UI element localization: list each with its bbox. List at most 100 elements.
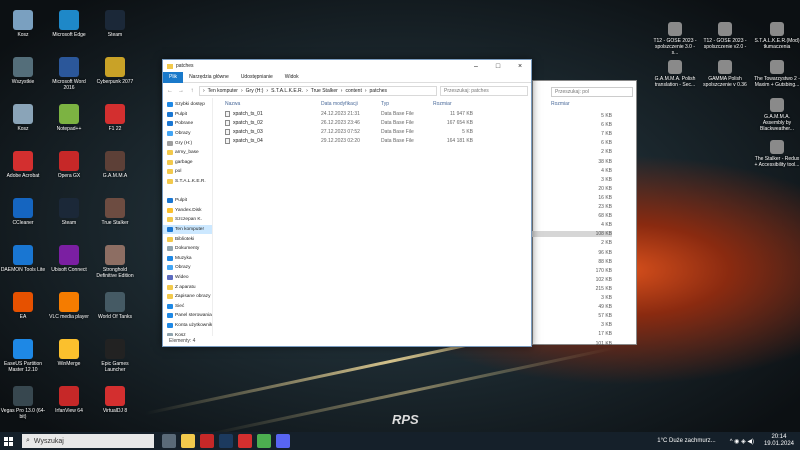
- desktop-icon[interactable]: Vegas Pro 13.0 (64-bit): [0, 386, 46, 420]
- desktop-icon[interactable]: Opera GX: [46, 151, 92, 179]
- file-row[interactable]: xpatch_ts_01 24.12.2023 21:31 Data Base Fi…: [213, 109, 531, 118]
- chrome-icon[interactable]: [257, 434, 271, 448]
- clock[interactable]: 20:14 19.01.2024: [764, 434, 794, 448]
- start-button[interactable]: [0, 432, 16, 450]
- breadcrumb-segment[interactable]: S.T.A.L.K.E.R.: [271, 88, 303, 94]
- nav-item[interactable]: army_base: [163, 148, 212, 158]
- column-size[interactable]: Rozmiar: [433, 101, 473, 107]
- desktop-icon[interactable]: Steam: [92, 10, 138, 38]
- background-explorer-window[interactable]: Przeszukaj: pol Rozmiar 5 KB 6 KB 7 KB 6 KB…: [532, 80, 637, 347]
- breadcrumb-segment[interactable]: Ten komputer: [208, 88, 238, 94]
- file-explorer-icon[interactable]: [181, 434, 195, 448]
- task-view-icon[interactable]: [162, 434, 176, 448]
- desktop-icon[interactable]: Ubisoft Connect: [46, 245, 92, 273]
- desktop-icon[interactable]: VLC media player: [46, 292, 92, 320]
- desktop-icon[interactable]: DAEMON Tools Lite: [0, 245, 46, 273]
- desktop-icon[interactable]: G.A.M.M.A. Assembly by Blackweather...: [754, 98, 800, 132]
- nav-item[interactable]: Pobrane: [163, 119, 212, 129]
- desktop-icon[interactable]: Microsoft Edge: [46, 10, 92, 38]
- desktop-icon[interactable]: VirtualDJ 8: [92, 386, 138, 414]
- file-row[interactable]: xpatch_ts_02 26.12.2023 23:46 Data Base Fi…: [213, 118, 531, 127]
- discord-icon[interactable]: [276, 434, 290, 448]
- desktop-icon[interactable]: T12 - GOSE 2023 - spolszczenie v2.0 -: [702, 22, 748, 50]
- nav-item[interactable]: Pulpit: [163, 110, 212, 120]
- desktop-icon[interactable]: G.A.M.M.A. Polish translation - Sec...: [652, 60, 698, 88]
- desktop-icon[interactable]: G.A.M.M.A: [92, 151, 138, 179]
- desktop-icon[interactable]: Adobe Acrobat: [0, 151, 46, 179]
- tab-share[interactable]: Udostępnianie: [235, 72, 279, 83]
- back-size-header[interactable]: Rozmiar: [551, 101, 570, 107]
- nav-item[interactable]: Szybki dostęp: [163, 100, 212, 110]
- nav-item[interactable]: Muzyka: [163, 254, 212, 264]
- desktop-icon[interactable]: Notepad++: [46, 104, 92, 132]
- desktop-icon[interactable]: GAMMA Polish spolszczenie v 0.36: [702, 60, 748, 88]
- nav-item[interactable]: [163, 186, 212, 196]
- nav-item[interactable]: Zapisane obrazy: [163, 292, 212, 302]
- nav-item[interactable]: Szczepan K.: [163, 215, 212, 225]
- breadcrumb-segment[interactable]: Gry (H:): [246, 88, 264, 94]
- nav-item[interactable]: garbage: [163, 158, 212, 168]
- tab-home[interactable]: Narzędzia główne: [183, 72, 235, 83]
- nav-item[interactable]: Obrazy: [163, 263, 212, 273]
- nav-item[interactable]: Panel sterowania: [163, 311, 212, 321]
- desktop-icon[interactable]: Microsoft Word 2016: [46, 57, 92, 91]
- desktop-icon[interactable]: F1 22: [92, 104, 138, 132]
- breadcrumb-segment[interactable]: patches: [370, 88, 388, 94]
- back-search-input[interactable]: Przeszukaj: pol: [551, 87, 633, 97]
- nav-item[interactable]: Wideo: [163, 273, 212, 283]
- column-type[interactable]: Typ: [381, 101, 433, 107]
- desktop-icon[interactable]: EA: [0, 292, 46, 320]
- title-bar[interactable]: patches – □ ×: [163, 60, 531, 72]
- desktop-icon[interactable]: The Towarzystwo 2 - Maxim + Gutsbing...: [754, 60, 800, 88]
- explorer-window[interactable]: patches – □ × Plik Narzędzia główne Udos…: [162, 59, 532, 347]
- nav-item[interactable]: Ten komputer: [163, 224, 212, 235]
- desktop-icon[interactable]: EaseUS Partition Master 12.10: [0, 339, 46, 373]
- weather-text[interactable]: 1°C Duże zachmurz...: [657, 438, 715, 444]
- column-date[interactable]: Data modyfikacji: [321, 101, 381, 107]
- app-icon[interactable]: [200, 434, 214, 448]
- address-bar[interactable]: › Ten komputer › Gry (H:) › S.T.A.L.K.E.R. › Tr…: [199, 85, 437, 96]
- nav-item[interactable]: Dokumenty: [163, 244, 212, 254]
- breadcrumb-segment[interactable]: content: [345, 88, 361, 94]
- desktop-icon[interactable]: T12 - GOSE 2023 - spolszczenie 3.0 - s..…: [652, 22, 698, 56]
- desktop-icon[interactable]: Wszystkie: [0, 57, 46, 85]
- back-arrow-icon[interactable]: ←: [166, 88, 174, 94]
- tab-view[interactable]: Widok: [279, 72, 305, 83]
- nav-item[interactable]: S.T.A.L.K.E.R.: [163, 177, 212, 187]
- nav-item[interactable]: Sieć: [163, 301, 212, 311]
- nav-item[interactable]: pol: [163, 167, 212, 177]
- desktop-icon[interactable]: Stronghold Definitive Edition: [92, 245, 138, 279]
- desktop-icon[interactable]: IrfanView 64: [46, 386, 92, 414]
- up-arrow-icon[interactable]: ↑: [188, 88, 196, 94]
- column-name[interactable]: Nazwa: [213, 101, 321, 107]
- nav-item[interactable]: Z aparatu: [163, 282, 212, 292]
- desktop-icon[interactable]: S.T.A.L.K.E.R.(Mod) tłumaczenia: [754, 22, 800, 50]
- file-row[interactable]: xpatch_ts_04 29.12.2023 02:20 Data Base Fi…: [213, 137, 531, 146]
- search-input[interactable]: Przeszukaj: patches: [440, 85, 528, 96]
- opera-icon[interactable]: [238, 434, 252, 448]
- nav-item[interactable]: Konta użytkowników: [163, 321, 212, 331]
- desktop-icon[interactable]: CCleaner: [0, 198, 46, 226]
- photoshop-icon[interactable]: [219, 434, 233, 448]
- nav-item[interactable]: Obrazy: [163, 129, 212, 139]
- minimize-button[interactable]: –: [465, 63, 487, 70]
- desktop-icon[interactable]: The Stalker - Redux + Accessibility tool…: [754, 140, 800, 168]
- nav-item[interactable]: Yandex.Disk: [163, 206, 212, 216]
- file-row[interactable]: xpatch_ts_03 27.12.2023 07:52 Data Base Fi…: [213, 127, 531, 136]
- desktop-icon[interactable]: Cyberpunk 2077: [92, 57, 138, 85]
- forward-arrow-icon[interactable]: →: [177, 88, 185, 94]
- desktop-icon[interactable]: Kosz: [0, 10, 46, 38]
- maximize-button[interactable]: □: [487, 63, 509, 70]
- desktop-icon[interactable]: WinMerge: [46, 339, 92, 367]
- close-button[interactable]: ×: [509, 63, 531, 70]
- nav-item[interactable]: Pulpit: [163, 196, 212, 206]
- desktop-icon[interactable]: World Of Tanks: [92, 292, 138, 320]
- tab-file[interactable]: Plik: [163, 71, 184, 83]
- nav-item[interactable]: Gry (H:): [163, 138, 212, 148]
- desktop-icon[interactable]: Epic Games Launcher: [92, 339, 138, 373]
- tray-icons[interactable]: ^ ◉ ◈ ◀): [730, 438, 754, 445]
- nav-item[interactable]: Biblioteki: [163, 234, 212, 244]
- desktop-icon[interactable]: True Stalker: [92, 198, 138, 226]
- desktop-icon[interactable]: Steam: [46, 198, 92, 226]
- breadcrumb-segment[interactable]: True Stalker: [311, 88, 338, 94]
